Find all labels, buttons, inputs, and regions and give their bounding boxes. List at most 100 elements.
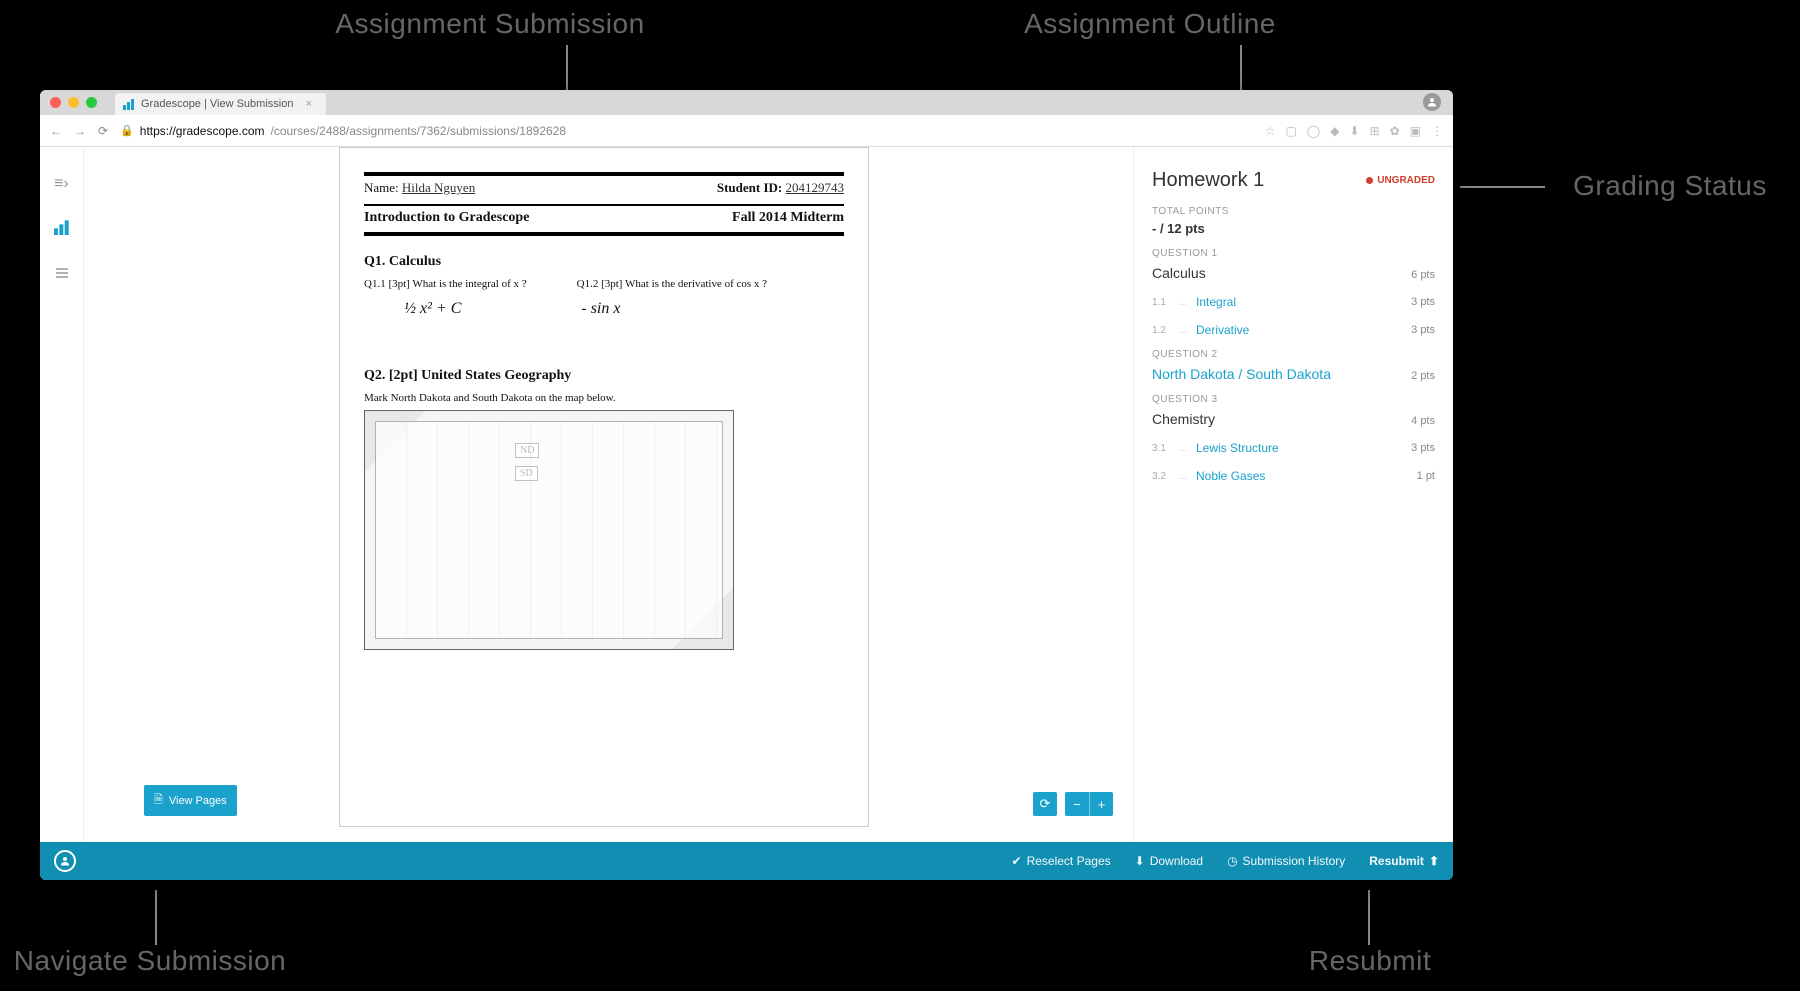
list-icon[interactable] bbox=[55, 266, 69, 285]
annotation-submission: Assignment Submission bbox=[310, 8, 670, 40]
window-traffic-lights bbox=[50, 97, 97, 108]
reselect-pages-button[interactable]: ✔ Reselect Pages bbox=[1012, 854, 1111, 868]
browser-window: Gradescope | View Submission × ← → ⟳ 🔒 h… bbox=[40, 90, 1453, 880]
q2-label: QUESTION 2 bbox=[1152, 349, 1435, 360]
ext-icon[interactable]: ✿ bbox=[1390, 124, 1400, 138]
q2-instructions: Mark North Dakota and South Dakota on th… bbox=[364, 392, 844, 404]
q3-label: QUESTION 3 bbox=[1152, 394, 1435, 405]
star-icon[interactable]: ☆ bbox=[1265, 124, 1276, 138]
scanned-page[interactable]: Name: Hilda Nguyen Student ID: 204129743… bbox=[339, 147, 869, 827]
q2-link[interactable]: North Dakota / South Dakota bbox=[1152, 366, 1331, 382]
lock-icon: 🔒 bbox=[120, 124, 134, 137]
left-rail: ≡› bbox=[40, 147, 84, 842]
q3-name: Chemistry bbox=[1152, 411, 1215, 427]
footer-bar: ✔ Reselect Pages ⬇ Download ◷ Submission… bbox=[40, 842, 1453, 880]
answer-11: ½ x² + C bbox=[404, 300, 461, 318]
q1-pts: 6 pts bbox=[1411, 269, 1435, 281]
close-window-icon[interactable] bbox=[50, 97, 61, 108]
history-label: Submission History bbox=[1243, 854, 1346, 868]
extension-icons: ☆ ▢ ◯ ◆ ⬇ ⊞ ✿ ▣ ⋮ bbox=[1265, 124, 1443, 138]
q1-title: Q1. Calculus bbox=[364, 254, 844, 270]
address-bar: ← → ⟳ 🔒 https://gradescope.com/courses/2… bbox=[40, 115, 1453, 147]
annotation-status: Grading Status bbox=[1545, 170, 1795, 202]
zoom-in-button[interactable]: + bbox=[1089, 792, 1113, 816]
tab-bar: Gradescope | View Submission × bbox=[40, 90, 1453, 115]
dots-icon: … bbox=[1178, 443, 1188, 454]
subq-num: 3.1 bbox=[1152, 443, 1170, 454]
us-map-image: ND SD bbox=[364, 410, 734, 650]
sid-label: Student ID: bbox=[717, 180, 782, 195]
q1-label: QUESTION 1 bbox=[1152, 248, 1435, 259]
ext-icon[interactable]: ▢ bbox=[1285, 124, 1296, 138]
history-icon: ◷ bbox=[1227, 854, 1237, 868]
annotation-navigate: Navigate Submission bbox=[0, 945, 330, 977]
q1-name: Calculus bbox=[1152, 265, 1206, 281]
subq-num: 1.1 bbox=[1152, 297, 1170, 308]
url-host: https://gradescope.com bbox=[140, 124, 265, 138]
assignment-outline: Homework 1 UNGRADED TOTAL POINTS - / 12 … bbox=[1133, 147, 1453, 842]
student-avatar-icon[interactable] bbox=[54, 850, 76, 872]
anno-line bbox=[155, 890, 157, 945]
stats-icon[interactable] bbox=[54, 219, 70, 240]
q2-pts: 2 pts bbox=[1411, 370, 1435, 382]
submission-viewer: Name: Hilda Nguyen Student ID: 204129743… bbox=[84, 147, 1133, 842]
exam-title: Fall 2014 Midterm bbox=[732, 210, 844, 226]
subq-num: 3.2 bbox=[1152, 471, 1170, 482]
name-label: Name: bbox=[364, 180, 399, 195]
url-field[interactable]: 🔒 https://gradescope.com/courses/2488/as… bbox=[120, 124, 1253, 138]
resubmit-button[interactable]: Resubmit ⬆ bbox=[1369, 854, 1439, 868]
q3-pts: 4 pts bbox=[1411, 415, 1435, 427]
annotation-outline: Assignment Outline bbox=[990, 8, 1310, 40]
name-value: Hilda Nguyen bbox=[402, 180, 475, 195]
q11-text: Q1.1 [3pt] What is the integral of x ? bbox=[364, 278, 527, 290]
dots-icon: … bbox=[1178, 325, 1188, 336]
rotate-button[interactable]: ⟳ bbox=[1033, 792, 1057, 816]
tab-close-icon[interactable]: × bbox=[305, 98, 311, 110]
maximize-window-icon[interactable] bbox=[86, 97, 97, 108]
subq-link-derivative[interactable]: Derivative bbox=[1196, 323, 1249, 337]
menu-icon[interactable]: ⋮ bbox=[1431, 124, 1443, 138]
tab-title: Gradescope | View Submission bbox=[141, 98, 293, 110]
apps-grid-icon[interactable]: ⊞ bbox=[1370, 124, 1380, 138]
course-title: Introduction to Gradescope bbox=[364, 210, 529, 226]
anno-line bbox=[1460, 186, 1545, 188]
ext-icon[interactable]: ▣ bbox=[1410, 124, 1421, 138]
pages-icon: 🗎 bbox=[154, 791, 163, 810]
gradescope-favicon-icon bbox=[123, 98, 135, 110]
download-button[interactable]: ⬇ Download bbox=[1135, 854, 1203, 868]
grading-status-badge: UNGRADED bbox=[1366, 175, 1435, 186]
rotate-icon: ⟳ bbox=[1040, 796, 1051, 812]
subq-link-lewis[interactable]: Lewis Structure bbox=[1196, 441, 1279, 455]
menu-toggle-icon[interactable]: ≡› bbox=[54, 175, 69, 193]
outline-title: Homework 1 bbox=[1152, 169, 1264, 192]
submission-history-button[interactable]: ◷ Submission History bbox=[1227, 854, 1345, 868]
download-label: Download bbox=[1150, 854, 1203, 868]
reselect-label: Reselect Pages bbox=[1027, 854, 1111, 868]
grading-status-text: UNGRADED bbox=[1377, 175, 1435, 186]
map-label-sd: SD bbox=[515, 466, 538, 481]
url-path: /courses/2488/assignments/7362/submissio… bbox=[271, 124, 567, 138]
subq-link-integral[interactable]: Integral bbox=[1196, 295, 1236, 309]
zoom-out-button[interactable]: − bbox=[1065, 792, 1089, 816]
app-body: ≡› Name: Hilda Nguyen Student ID: 204129… bbox=[40, 147, 1453, 842]
q12-text: Q1.2 [3pt] What is the derivative of cos… bbox=[577, 278, 767, 290]
profile-avatar-icon[interactable] bbox=[1423, 93, 1441, 111]
q2-title: Q2. [2pt] United States Geography bbox=[364, 368, 844, 384]
browser-tab[interactable]: Gradescope | View Submission × bbox=[115, 93, 326, 115]
answer-12: - sin x bbox=[581, 300, 620, 318]
subq-link-noble[interactable]: Noble Gases bbox=[1196, 469, 1265, 483]
ext-icon[interactable]: ◆ bbox=[1330, 124, 1339, 138]
resubmit-label: Resubmit bbox=[1369, 854, 1424, 868]
view-pages-button[interactable]: 🗎 View Pages bbox=[144, 785, 237, 816]
status-dot-icon bbox=[1366, 177, 1373, 184]
anno-line bbox=[1368, 890, 1370, 945]
forward-icon[interactable]: → bbox=[74, 124, 86, 138]
dots-icon: … bbox=[1178, 471, 1188, 482]
ext-icon[interactable]: ⬇ bbox=[1349, 124, 1359, 138]
minimize-window-icon[interactable] bbox=[68, 97, 79, 108]
ext-icon[interactable]: ◯ bbox=[1307, 124, 1320, 138]
back-icon[interactable]: ← bbox=[50, 124, 62, 138]
reload-icon[interactable]: ⟳ bbox=[98, 124, 108, 138]
dots-icon: … bbox=[1178, 297, 1188, 308]
total-points-value: - / 12 pts bbox=[1152, 221, 1435, 236]
